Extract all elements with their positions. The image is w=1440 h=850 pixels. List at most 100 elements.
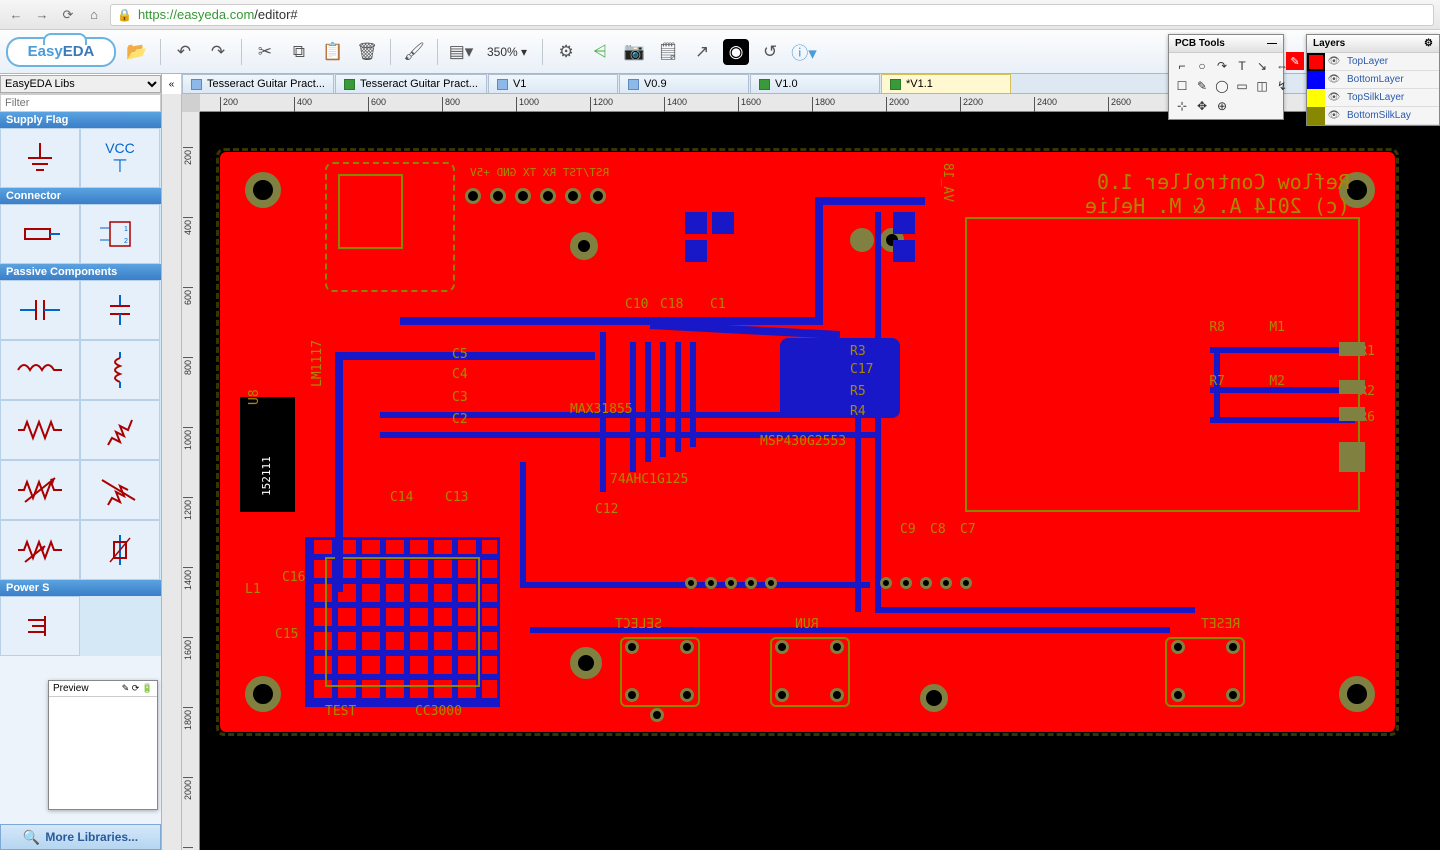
library-select[interactable]: EasyEDA Libs: [0, 75, 161, 93]
layers-panel: Layers ⚙ 👁TopLayer👁BottomLayer👁TopSilkLay…: [1306, 34, 1440, 126]
section-power[interactable]: Power S: [0, 580, 161, 596]
canvas-area: 2004006008001000120014001600180020002200…: [182, 94, 1440, 850]
gear-icon[interactable]: ⚙: [553, 39, 579, 65]
lib-item-pot[interactable]: [0, 520, 80, 580]
layers-gear-icon[interactable]: ⚙: [1424, 38, 1433, 49]
library-filter-input[interactable]: [0, 94, 161, 112]
lib-item-ind1[interactable]: [0, 340, 80, 400]
back-button[interactable]: ←: [6, 5, 26, 25]
pcb-tool-7[interactable]: ✎: [1193, 77, 1211, 95]
preview-panel: Preview ✎ ⟳ 🔋: [48, 680, 158, 810]
pcb-tools-panel: PCB Tools— ⌐○↷T↘⇔☐✎◯▭◫↯⊹✥⊕: [1168, 34, 1284, 120]
pcb-tool-11[interactable]: ↯: [1273, 77, 1291, 95]
schematic-icon: [497, 79, 508, 90]
pcb-tool-13[interactable]: ✥: [1193, 97, 1211, 115]
camera-icon[interactable]: 📷: [621, 39, 647, 65]
pcb-tool-4[interactable]: ↘: [1253, 57, 1271, 75]
paste-icon[interactable]: 📋: [320, 39, 346, 65]
pcb-tools-collapse[interactable]: —: [1267, 38, 1277, 49]
ruler-vertical: 2004006008001000120014001600180020002200: [182, 112, 200, 850]
layer-swatch: [1307, 53, 1325, 71]
eye-icon[interactable]: 👁: [1325, 74, 1343, 85]
lib-item-res2[interactable]: [80, 400, 160, 460]
pcb-tool-10[interactable]: ◫: [1253, 77, 1271, 95]
pcb-tool-1[interactable]: ○: [1193, 57, 1211, 75]
lib-item-gnd[interactable]: [0, 128, 80, 188]
delete-icon[interactable]: 🗑: [354, 39, 380, 65]
cut-icon[interactable]: ✂: [252, 39, 278, 65]
layers-title: Layers: [1313, 38, 1345, 49]
export-icon[interactable]: ↗: [689, 39, 715, 65]
tab--v1-1[interactable]: *V1.1: [881, 74, 1011, 93]
eye-icon[interactable]: 👁: [1325, 110, 1343, 121]
tabs-collapse[interactable]: «: [162, 74, 182, 94]
layer-toplayer[interactable]: 👁TopLayer: [1307, 53, 1439, 71]
more-libraries-button[interactable]: 🔍More Libraries...: [0, 824, 161, 850]
tab-v0-9[interactable]: V0.9: [619, 74, 749, 93]
lib-item-var1[interactable]: [0, 460, 80, 520]
home-button[interactable]: ⌂: [84, 5, 104, 25]
layer-swatch: [1307, 89, 1325, 107]
align-icon[interactable]: ▤▾: [448, 39, 474, 65]
pcb-icon: [890, 79, 901, 90]
pcb-tool-14[interactable]: ⊕: [1213, 97, 1231, 115]
section-supply[interactable]: Supply Flag: [0, 112, 161, 128]
easyeda-logo[interactable]: EasyEDA: [6, 37, 116, 67]
steam-icon[interactable]: ◉: [723, 39, 749, 65]
url-bar[interactable]: 🔒 https://easyeda.com/editor#: [110, 4, 1434, 26]
pcb-board[interactable]: Reflow Controller 1.0 (c) 2014 A. & M. H…: [220, 152, 1395, 732]
ruler-corner: [182, 94, 200, 112]
pcb-icon: [344, 79, 355, 90]
lib-item-power1[interactable]: [0, 596, 80, 656]
pcb-tool-8[interactable]: ◯: [1213, 77, 1231, 95]
lib-item-conn1[interactable]: [0, 204, 80, 264]
lock-icon: 🔒: [117, 8, 132, 22]
lib-item-var2[interactable]: [80, 460, 160, 520]
layer-bottomlayer[interactable]: 👁BottomLayer: [1307, 71, 1439, 89]
tab-v1-0[interactable]: V1.0: [750, 74, 880, 93]
svg-text:1: 1: [124, 226, 128, 233]
lib-item-cap2[interactable]: [80, 280, 160, 340]
copy-icon[interactable]: ⧉: [286, 39, 312, 65]
preview-tools[interactable]: ✎ ⟳ 🔋: [122, 683, 153, 694]
layer-swatch: [1307, 71, 1325, 89]
info-icon[interactable]: ⓘ▾: [791, 39, 817, 65]
section-passive[interactable]: Passive Components: [0, 264, 161, 280]
url-text: https://easyeda.com/editor#: [138, 7, 298, 22]
lib-item-diode[interactable]: [80, 520, 160, 580]
redo-icon[interactable]: ↷: [205, 39, 231, 65]
pcb-tool-12[interactable]: ⊹: [1173, 97, 1191, 115]
preview-title: Preview: [53, 683, 89, 694]
lib-item-vcc[interactable]: VCC⊤: [80, 128, 160, 188]
tab-tesseract-guitar-pract---[interactable]: Tesseract Guitar Pract...: [182, 74, 334, 93]
pcb-tool-2[interactable]: ↷: [1213, 57, 1231, 75]
pcb-tool-3[interactable]: T: [1233, 57, 1251, 75]
eye-icon[interactable]: 👁: [1325, 56, 1343, 67]
pencil-icon[interactable]: ✎: [1286, 52, 1304, 70]
layer-bottomsilklay[interactable]: 👁BottomSilkLay: [1307, 107, 1439, 125]
lib-item-conn2[interactable]: 12: [80, 204, 160, 264]
tab-tesseract-guitar-pract---[interactable]: Tesseract Guitar Pract...: [335, 74, 487, 93]
pcb-tool-0[interactable]: ⌐: [1173, 57, 1191, 75]
bom-icon[interactable]: 🗒: [655, 39, 681, 65]
eye-icon[interactable]: 👁: [1325, 92, 1343, 103]
reload-button[interactable]: ⟳: [58, 5, 78, 25]
history-icon[interactable]: ↺: [757, 39, 783, 65]
lib-item-res1[interactable]: [0, 400, 80, 460]
pcb-viewport[interactable]: Reflow Controller 1.0 (c) 2014 A. & M. H…: [200, 112, 1440, 850]
lib-item-ind2[interactable]: [80, 340, 160, 400]
layer-topsilklayer[interactable]: 👁TopSilkLayer: [1307, 89, 1439, 107]
open-icon[interactable]: 📂: [124, 39, 150, 65]
zoom-level[interactable]: 350% ▾: [482, 42, 532, 62]
share-icon[interactable]: ⩤: [587, 39, 613, 65]
tab-v1[interactable]: V1: [488, 74, 618, 93]
lib-item-cap1[interactable]: [0, 280, 80, 340]
pcb-tool-9[interactable]: ▭: [1233, 77, 1251, 95]
browser-chrome: ← → ⟳ ⌂ 🔒 https://easyeda.com/editor#: [0, 0, 1440, 30]
forward-button[interactable]: →: [32, 5, 52, 25]
paint-icon[interactable]: 🖌: [401, 39, 427, 65]
layer-swatch: [1307, 107, 1325, 125]
pcb-tool-6[interactable]: ☐: [1173, 77, 1191, 95]
section-connector[interactable]: Connector: [0, 188, 161, 204]
undo-icon[interactable]: ↶: [171, 39, 197, 65]
